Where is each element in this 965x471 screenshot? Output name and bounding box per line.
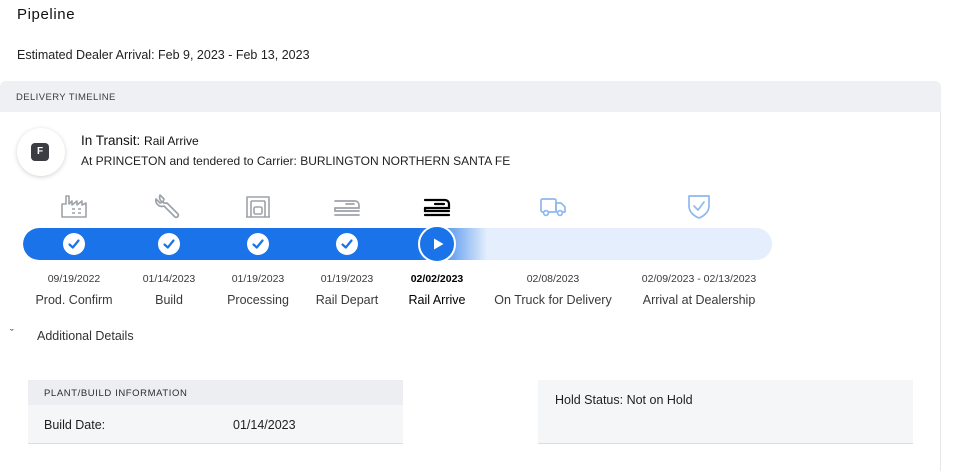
hold-status-panel: Hold Status: Not on Hold	[538, 380, 913, 444]
stage-date: 01/14/2023	[142, 273, 196, 285]
build-date-value: 01/14/2023	[233, 418, 296, 432]
stage-date: 01/19/2023	[231, 273, 285, 285]
stage-label: Prod. Confirm	[35, 293, 113, 307]
stage-complete-check	[247, 233, 269, 255]
rail-car-icon	[422, 191, 452, 221]
stage-label: Processing	[227, 293, 289, 307]
stage-label: Rail Depart	[315, 293, 379, 307]
build-date-label: Build Date:	[44, 418, 106, 432]
estimated-dealer-arrival: Estimated Dealer Arrival: Feb 9, 2023 - …	[17, 48, 310, 62]
chevron-down-icon[interactable]: ˇ	[10, 328, 14, 340]
rail-car-icon	[332, 191, 362, 221]
play-icon	[434, 238, 444, 250]
status-sub: Rail Arrive	[144, 134, 199, 148]
hold-status: Hold Status: Not on Hold	[555, 393, 693, 407]
status-title: In Transit: Rail Arrive	[81, 133, 199, 148]
stage-complete-check	[336, 233, 358, 255]
truck-icon	[538, 191, 568, 221]
check-icon	[252, 239, 264, 249]
additional-details-toggle[interactable]: Additional Details	[37, 329, 134, 343]
plant-build-panel: PLANT/BUILD INFORMATION Build Date: 01/1…	[28, 380, 403, 444]
factory-icon	[59, 191, 89, 221]
stage-complete-check	[158, 233, 180, 255]
check-icon	[341, 239, 353, 249]
status-avatar: F	[17, 128, 65, 176]
plant-build-header: PLANT/BUILD INFORMATION	[28, 380, 403, 405]
delivery-timeline-title: DELIVERY TIMELINE	[16, 92, 116, 103]
page-title: Pipeline	[17, 6, 76, 23]
stage-date: 09/19/2022	[47, 273, 101, 285]
stage-date: 01/19/2023	[320, 273, 374, 285]
stage-complete-check	[63, 233, 85, 255]
stage-label: Arrival at Dealership	[642, 293, 756, 307]
plant-build-title: PLANT/BUILD INFORMATION	[44, 388, 188, 399]
garage-icon	[243, 191, 273, 221]
shield-check-icon	[684, 191, 714, 221]
stage-date: 02/09/2023 - 02/13/2023	[641, 273, 757, 285]
stage-label: Build	[155, 293, 183, 307]
delivery-timeline-header: DELIVERY TIMELINE	[0, 81, 941, 112]
check-icon	[68, 239, 80, 249]
status-badge: F	[31, 143, 49, 161]
status-detail: At PRINCETON and tendered to Carrier: BU…	[81, 154, 511, 168]
stage-label: On Truck for Delivery	[494, 293, 612, 307]
wrench-icon	[154, 191, 184, 221]
check-icon	[163, 239, 175, 249]
stage-date: 02/08/2023	[526, 273, 580, 285]
status-label: In Transit:	[81, 133, 141, 148]
timeline-track	[23, 228, 772, 260]
stage-current-marker	[418, 225, 456, 263]
panel-border	[940, 112, 941, 471]
stage-label-current: Rail Arrive	[408, 293, 466, 307]
stage-date-current: 02/02/2023	[410, 273, 464, 285]
